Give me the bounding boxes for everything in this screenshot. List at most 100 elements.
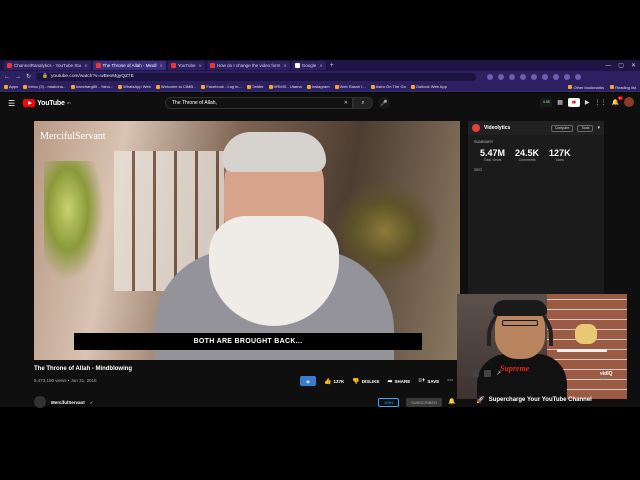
bookmark-label: Twitter bbox=[251, 84, 264, 89]
yahoo-icon bbox=[71, 84, 76, 89]
channel-avatar[interactable] bbox=[34, 396, 46, 408]
extension-icon[interactable] bbox=[520, 73, 527, 80]
bookmark-twitter[interactable]: Twitter bbox=[246, 84, 264, 89]
channel-name[interactable]: MercifulServant bbox=[51, 400, 85, 405]
video-actions: ◉ 👍 137K 👎 DISLIKE ➦ SHARE ≡+ SAVE ··· bbox=[300, 376, 453, 386]
tools-button[interactable]: Tools bbox=[577, 124, 594, 132]
bookmark-apps[interactable]: Apps bbox=[4, 84, 18, 89]
create-video-icon[interactable]: ▶ bbox=[585, 99, 590, 106]
bookmark-outlook[interactable]: Outlook Web App bbox=[410, 84, 447, 89]
notifications-icon[interactable]: 🔔 9+ bbox=[612, 95, 623, 106]
bookmark-hrmis[interactable]: HRMIS - Utama bbox=[268, 84, 302, 89]
back-icon[interactable]: ← bbox=[4, 74, 10, 80]
tab-throne-of-allah[interactable]: The Throne of Allah - Mindl ✕ bbox=[92, 61, 166, 70]
new-tab-icon[interactable]: + bbox=[330, 62, 334, 69]
more-options-button[interactable]: ··· bbox=[447, 378, 453, 384]
join-button[interactable]: JOIN bbox=[378, 398, 400, 407]
video-player[interactable]: MercifulServant BOTH ARE BROUGHT BACK... bbox=[34, 121, 460, 360]
hamburger-menu-icon[interactable]: ☰ bbox=[8, 99, 15, 108]
supercharge-banner[interactable]: 🚀 Supercharge Your YouTube Channel bbox=[476, 396, 592, 404]
search-icon: ⌕ bbox=[361, 99, 365, 106]
hrmis-icon bbox=[268, 84, 273, 89]
stat-label: Likes bbox=[555, 158, 564, 162]
voice-search-button[interactable]: 🎤 bbox=[378, 97, 390, 109]
close-tab-icon[interactable]: ✕ bbox=[84, 63, 87, 68]
close-window-icon[interactable]: ✕ bbox=[631, 62, 636, 69]
vidiq-extension-badge[interactable]: 4.98 bbox=[540, 97, 553, 107]
bookmark-label: Reading list bbox=[615, 84, 636, 90]
extension-icon[interactable] bbox=[498, 73, 505, 80]
bookmark-whatsapp[interactable]: WhatsApp Web bbox=[118, 84, 151, 89]
bookmark-facebook[interactable]: Facebook - Log in... bbox=[201, 84, 242, 89]
profile-icon[interactable] bbox=[564, 73, 571, 80]
speaker-figure bbox=[154, 132, 394, 360]
webcam-person-hair bbox=[493, 300, 547, 316]
bookmark-inbox[interactable]: Inbox (3) - mtabcha... bbox=[23, 84, 66, 89]
trend-chart-icon[interactable]: ↗ bbox=[496, 370, 501, 377]
video-meta: 5,473,150 views • Jan 31, 2016 bbox=[34, 378, 97, 383]
bell-icon[interactable]: 🔔 bbox=[448, 398, 455, 405]
bookmark-astro[interactable]: Astro On The Go bbox=[370, 84, 406, 89]
bookmark-label: HRMIS - Utama bbox=[273, 84, 302, 89]
extension-icon[interactable] bbox=[531, 73, 538, 80]
youtube-logo[interactable]: YouTube MY bbox=[23, 99, 71, 107]
vidiq-tool-icon[interactable] bbox=[484, 370, 491, 377]
channel-row: MercifulServant ✔ JOIN SUBSCRIBED 🔔 bbox=[34, 396, 460, 408]
bookmark-instagram[interactable]: Instagram bbox=[306, 84, 330, 89]
extension-icon[interactable] bbox=[553, 73, 560, 80]
search-input[interactable]: The Throne of Allah, ✕ bbox=[165, 97, 353, 109]
bank-icon bbox=[155, 84, 160, 89]
lock-icon: 🔒 bbox=[42, 74, 49, 79]
stat-value: 127K bbox=[549, 148, 571, 158]
vidiq-tool-icon[interactable] bbox=[472, 370, 479, 377]
like-button[interactable]: 👍 137K bbox=[324, 378, 344, 385]
forward-icon[interactable]: → bbox=[15, 74, 21, 80]
close-tab-icon[interactable]: ✕ bbox=[319, 63, 322, 68]
reading-list[interactable]: Reading list bbox=[610, 85, 636, 90]
bookmark-label: bancharg89 - Yaho... bbox=[76, 84, 114, 89]
extension-icon[interactable] bbox=[542, 73, 549, 80]
apps-grid-icon[interactable]: ⋮⋮ bbox=[595, 99, 607, 106]
reload-icon[interactable]: ↻ bbox=[26, 73, 31, 80]
bookmark-label: Outlook Web App bbox=[415, 84, 447, 89]
browser-tabstrip: ChannelRanalytics - YouTube Stu ✕ The Thr… bbox=[0, 60, 640, 71]
grid-icon[interactable]: ▦ bbox=[557, 99, 563, 106]
clear-search-icon[interactable]: ✕ bbox=[344, 100, 348, 106]
vidiq-badge[interactable]: vidIQ Basic bbox=[600, 371, 613, 381]
menu-dots-icon[interactable] bbox=[575, 73, 582, 80]
close-tab-icon[interactable]: ✕ bbox=[199, 63, 202, 68]
tab-youtube[interactable]: YouTube ✕ bbox=[167, 61, 205, 70]
extension-icon[interactable] bbox=[509, 73, 516, 80]
extension-icon[interactable] bbox=[487, 73, 494, 80]
dislike-button[interactable]: 👎 DISLIKE bbox=[352, 378, 379, 385]
stat-value: 5.47M bbox=[480, 148, 506, 158]
compare-button[interactable]: Compare bbox=[550, 124, 574, 132]
save-button[interactable]: ≡+ SAVE bbox=[418, 378, 439, 384]
share-button[interactable]: ➦ SHARE bbox=[388, 378, 411, 385]
close-tab-icon[interactable]: ✕ bbox=[283, 63, 286, 68]
bookmark-yahoo[interactable]: bancharg89 - Yaho... bbox=[71, 84, 113, 89]
url-input[interactable]: 🔒 youtube.com/watch?v=wBeoMgyQZ7E bbox=[36, 72, 477, 81]
seo-label: SEO bbox=[474, 168, 483, 172]
account-avatar[interactable] bbox=[624, 97, 634, 107]
maximize-icon[interactable]: ▢ bbox=[618, 62, 624, 69]
tab-channel-analytics[interactable]: ChannelRanalytics - YouTube Stu ✕ bbox=[4, 61, 91, 70]
logo-text: YouTube bbox=[37, 99, 65, 107]
subscribed-button[interactable]: SUBSCRIBED bbox=[406, 398, 443, 407]
stat-likes: 127K Likes bbox=[549, 148, 571, 162]
bookmarks-bar: Apps Inbox (3) - mtabcha... bancharg89 -… bbox=[0, 82, 640, 92]
vidiq-red-badge[interactable]: ▮▮ bbox=[567, 97, 580, 107]
bookmark-web-rasmi[interactable]: Web Rasmi I... bbox=[334, 84, 366, 89]
vidiq-chip-icon[interactable]: ◉ bbox=[300, 376, 316, 386]
search-button[interactable]: ⌕ bbox=[353, 97, 373, 109]
minimize-icon[interactable]: — bbox=[605, 63, 611, 69]
stat-comments: 24.5K Comments bbox=[515, 148, 539, 162]
close-tab-icon[interactable]: ✕ bbox=[159, 63, 162, 68]
search-value: The Throne of Allah, bbox=[172, 100, 217, 106]
watch-page: MercifulServant BOTH ARE BROUGHT BACK...… bbox=[0, 113, 640, 408]
collapse-chevron-icon[interactable]: ▾ bbox=[597, 125, 600, 131]
tab-how-do-i-change[interactable]: How do I change the video form ✕ bbox=[206, 61, 290, 70]
bookmark-cimb[interactable]: Welcome to CIMB... bbox=[155, 84, 196, 89]
tab-google[interactable]: Google ✕ bbox=[291, 61, 326, 70]
other-bookmarks[interactable]: Other bookmarks bbox=[568, 85, 604, 90]
